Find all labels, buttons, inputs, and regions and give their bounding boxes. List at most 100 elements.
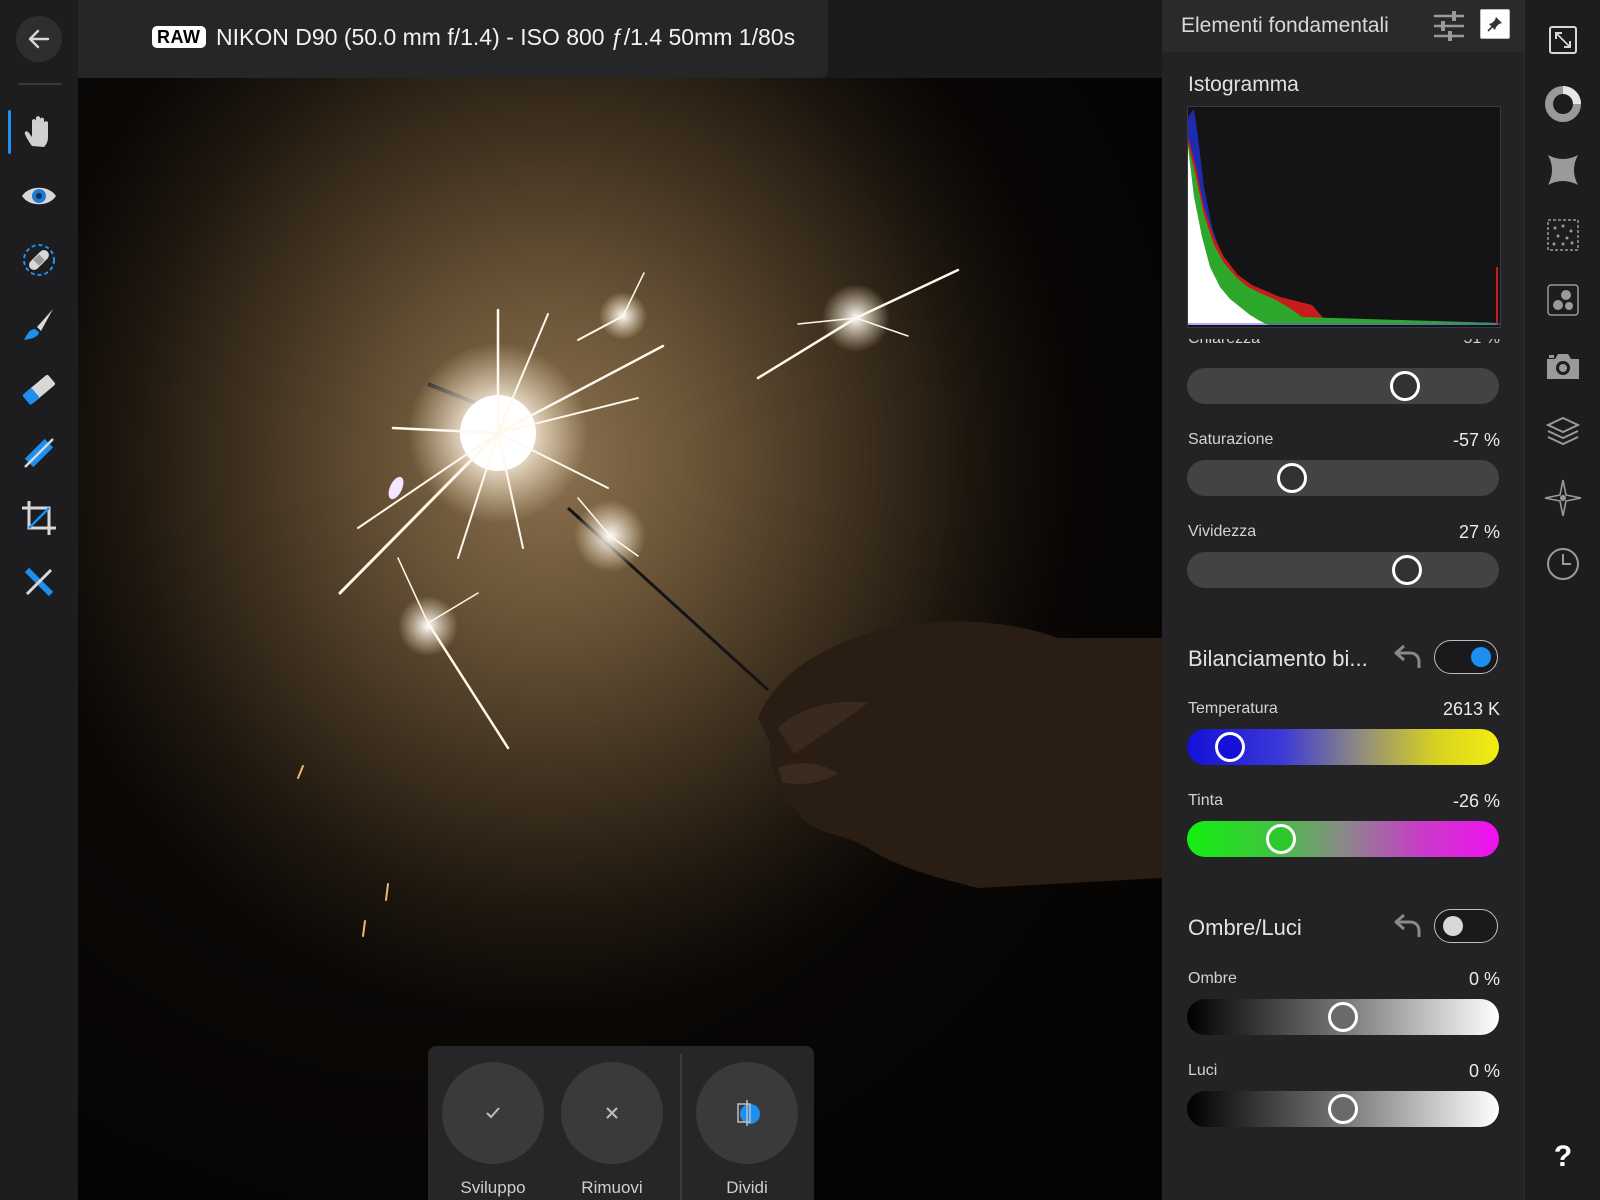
temperature-slider[interactable] [1187, 729, 1499, 765]
saturation-slider-knob[interactable] [1277, 463, 1308, 493]
shadows-highlights-reset-icon[interactable] [1392, 909, 1424, 941]
back-arrow-icon [28, 29, 50, 49]
clarity-label: Chiarezza [1188, 339, 1260, 348]
view-tool-button[interactable] [14, 107, 64, 157]
raw-badge: RAW [152, 26, 206, 48]
saturation-label: Saturazione [1188, 431, 1274, 448]
crop-tool-button[interactable] [14, 493, 64, 543]
gradient-icon [24, 438, 54, 468]
bandage-icon [23, 244, 55, 276]
saturation-slider[interactable] [1187, 460, 1499, 496]
brush-icon [24, 309, 53, 340]
vibrance-label: Vividezza [1188, 523, 1257, 540]
photo-canvas[interactable] [78, 78, 1162, 1200]
clarity-slider[interactable] [1187, 368, 1499, 404]
temperature-label: Temperatura [1188, 700, 1278, 717]
highlights-value: 0 % [1468, 1061, 1500, 1081]
eye-icon [22, 187, 56, 205]
navigator-studio-button[interactable] [1537, 146, 1589, 194]
shadows-value: 0 % [1468, 969, 1500, 989]
highlights-label: Luci [1188, 1062, 1218, 1079]
white-balance-toggle-dot [1471, 647, 1491, 667]
vibrance-value: 27 % [1458, 522, 1500, 542]
shadows-label: Ombre [1188, 970, 1237, 987]
develop-label: Sviluppo [460, 1178, 526, 1197]
history-icon [1547, 548, 1579, 580]
layers-studio-button[interactable] [1537, 408, 1589, 456]
layers-icon [1546, 416, 1580, 446]
noise-icon [1547, 219, 1579, 251]
compass-icon [1544, 479, 1582, 517]
split-action[interactable]: Dividi [696, 1062, 798, 1198]
fullscreen-icon [1549, 26, 1577, 54]
tint-label: Tinta [1188, 792, 1223, 809]
vibrance-slider-knob[interactable] [1392, 555, 1423, 585]
focus-studio-button[interactable] [1537, 474, 1589, 522]
tint-value: -26 % [1452, 791, 1500, 811]
shadows-slider-knob[interactable] [1328, 1002, 1358, 1032]
adjustments-panel: Elementi fondamentali Istogramma Chiarez… [1162, 0, 1524, 1200]
white-balance-title: Bilanciamento bi... [1188, 646, 1368, 671]
shadows-highlights-title: Ombre/Luci [1188, 915, 1302, 940]
shadows-slider[interactable] [1187, 999, 1499, 1035]
back-button[interactable] [16, 16, 62, 62]
colour-studio-button[interactable] [1537, 80, 1589, 128]
pin-icon [1487, 17, 1502, 32]
develop-button[interactable] [442, 1062, 544, 1164]
highlights-slider[interactable] [1187, 1091, 1499, 1127]
paint-tool-button[interactable] [14, 300, 64, 350]
channels-icon [1547, 284, 1579, 316]
temperature-value: 2613 K [1442, 699, 1500, 719]
clarity-row-clipped: Chiarezza 51 % [1188, 339, 1500, 351]
highlights-slider-knob[interactable] [1328, 1094, 1358, 1124]
panel-title: Elementi fondamentali [1181, 14, 1389, 37]
hand-icon [24, 116, 48, 147]
gradient-tool-button[interactable] [14, 428, 64, 478]
clarity-value: 51 % [1464, 339, 1500, 348]
action-divider [680, 1054, 682, 1200]
shadows-highlights-toggle-dot [1443, 916, 1463, 936]
sliders-icon[interactable] [1432, 10, 1466, 42]
tint-slider-knob[interactable] [1266, 824, 1297, 854]
help-button[interactable]: ? [1525, 1140, 1600, 1174]
active-tool-indicator [8, 110, 11, 154]
develop-action[interactable]: Sviluppo [442, 1062, 544, 1198]
toolbar-divider [18, 83, 62, 85]
crop-icon [22, 501, 56, 535]
fullscreen-button[interactable] [1537, 16, 1589, 64]
temperature-slider-knob[interactable] [1215, 732, 1246, 762]
blemish-tool-button[interactable] [14, 235, 64, 285]
remove-action[interactable]: Rimuovi [561, 1062, 663, 1198]
channels-studio-button[interactable] [1537, 276, 1589, 324]
colour-wheel-icon [1545, 86, 1581, 122]
studio-toolbar: ? [1524, 0, 1600, 1200]
white-balance-reset-icon[interactable] [1392, 640, 1424, 672]
red-eye-tool-button[interactable] [14, 171, 64, 221]
split-view-icon [737, 1100, 760, 1126]
histogram [1187, 106, 1501, 328]
noise-studio-button[interactable] [1537, 211, 1589, 259]
navigator-icon [1548, 155, 1578, 185]
clarity-slider-knob[interactable] [1389, 371, 1420, 401]
checkmark-icon [486, 1107, 500, 1119]
white-balance-tool-button[interactable] [14, 557, 64, 607]
white-balance-toggle[interactable] [1434, 640, 1498, 674]
exif-studio-button[interactable] [1537, 342, 1589, 390]
split-label: Dividi [726, 1178, 768, 1197]
erase-tool-button[interactable] [14, 364, 64, 414]
histogram-graph [1188, 109, 1500, 325]
remove-label: Rimuovi [581, 1178, 643, 1197]
sparkler-photo [78, 78, 1162, 1200]
panel-header: Elementi fondamentali [1162, 0, 1524, 52]
pin-panel-button[interactable] [1480, 9, 1510, 39]
close-icon [606, 1107, 618, 1119]
history-studio-button[interactable] [1537, 540, 1589, 588]
remove-button[interactable] [561, 1062, 663, 1164]
tint-slider[interactable] [1187, 821, 1499, 857]
tools-toolbar [0, 0, 78, 1200]
saturation-value: -57 % [1452, 430, 1500, 450]
persona-action-panel: Sviluppo Rimuovi Dividi [428, 1046, 814, 1200]
vibrance-slider[interactable] [1187, 552, 1499, 588]
split-button[interactable] [696, 1062, 798, 1164]
shadows-highlights-toggle[interactable] [1434, 909, 1498, 943]
